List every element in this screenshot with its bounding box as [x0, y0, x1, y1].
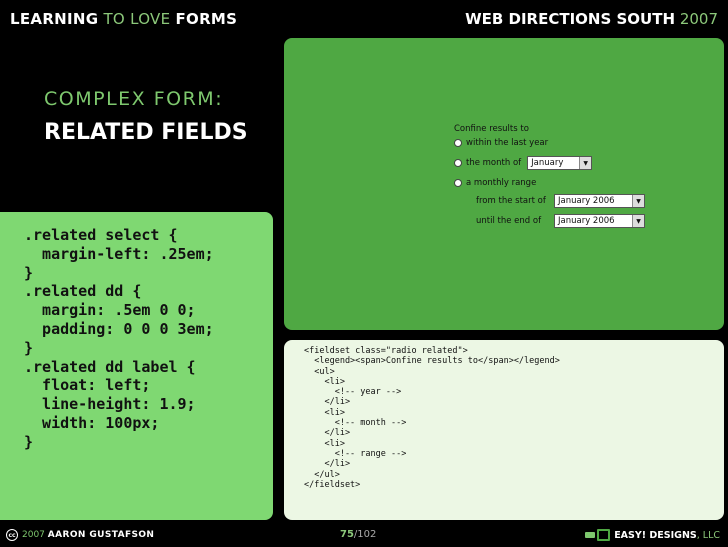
range-from-row: from the start of January 2006 ▼: [476, 194, 645, 208]
slide-footer: cc 2007 AARON GUSTAFSON 75/102 EASY! DES…: [0, 524, 728, 547]
form-legend: Confine results to: [454, 124, 529, 134]
radio-button[interactable]: [454, 159, 462, 167]
creative-commons-icon: cc: [6, 529, 18, 541]
chevron-down-icon: ▼: [579, 157, 592, 169]
month-select[interactable]: January ▼: [527, 156, 593, 170]
css-code-panel: .related select { margin-left: .25em; } …: [0, 212, 273, 520]
conference-name: WEB DIRECTIONS SOUTH 2007: [465, 10, 718, 28]
range-until-row: until the end of January 2006 ▼: [476, 214, 645, 228]
from-select[interactable]: January 2006 ▼: [554, 194, 645, 208]
option-last-year[interactable]: within the last year: [454, 138, 548, 148]
company-name: EASY! DESIGNS, LLC: [614, 530, 720, 541]
until-select[interactable]: January 2006 ▼: [554, 214, 645, 228]
author-credit: 2007 AARON GUSTAFSON: [22, 530, 155, 540]
option-monthly-range[interactable]: a monthly range: [454, 178, 536, 188]
radio-button[interactable]: [454, 139, 462, 147]
company-logo-icon: [585, 529, 610, 541]
page-number: 75/102: [340, 529, 377, 540]
related-fields-form: Confine results to within the last year …: [454, 124, 714, 264]
option-month[interactable]: the month of January ▼: [454, 156, 593, 170]
slide-title-line1: COMPLEX FORM:: [44, 88, 224, 110]
slide-title-line2: RELATED FIELDS: [44, 120, 248, 145]
html-code: <fieldset class="radio related"> <legend…: [304, 346, 560, 490]
slide-header: LEARNING TO LOVE FORMS WEB DIRECTIONS SO…: [0, 0, 728, 38]
demo-form-panel: Confine results to within the last year …: [284, 38, 724, 330]
html-code-panel: <fieldset class="radio related"> <legend…: [284, 340, 724, 520]
presentation-title: LEARNING TO LOVE FORMS: [10, 10, 238, 28]
chevron-down-icon: ▼: [632, 195, 644, 207]
css-code: .related select { margin-left: .25em; } …: [24, 226, 214, 451]
radio-button[interactable]: [454, 179, 462, 187]
chevron-down-icon: ▼: [632, 215, 644, 227]
